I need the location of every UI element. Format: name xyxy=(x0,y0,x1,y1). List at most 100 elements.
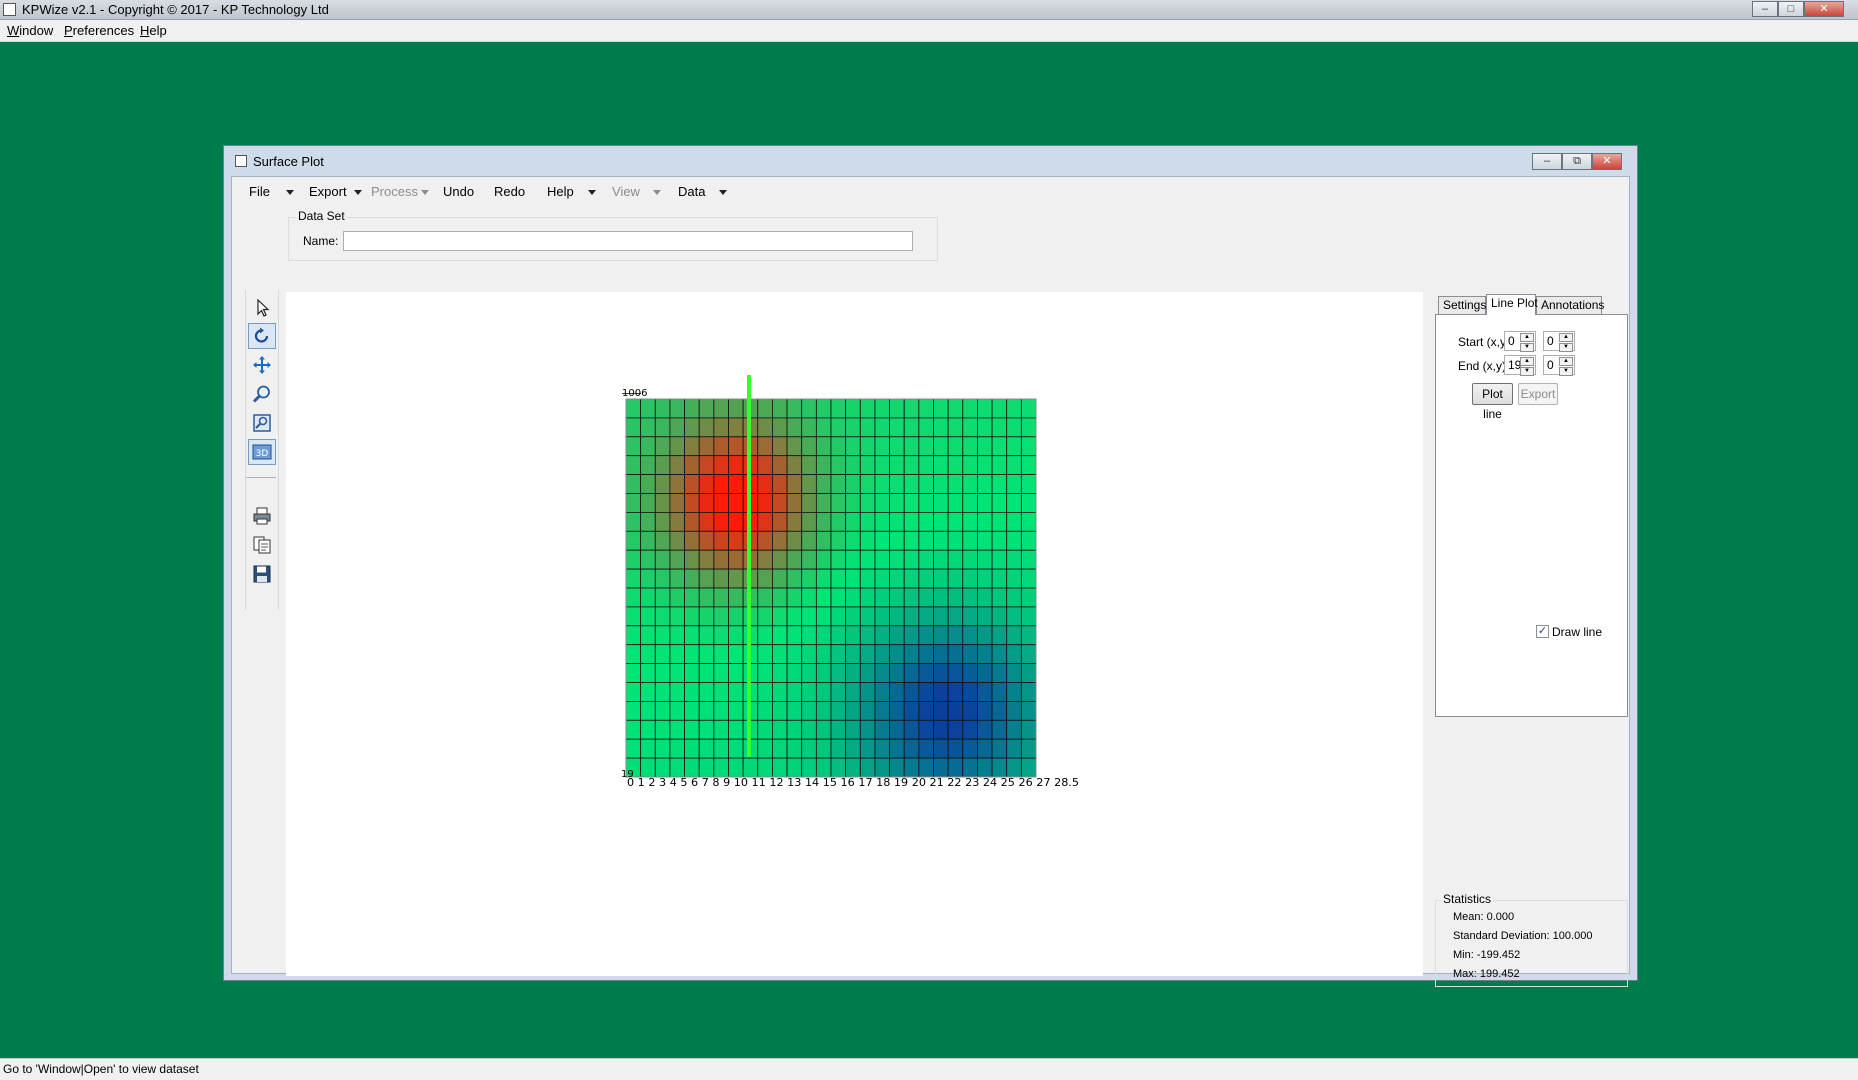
file-caret-icon[interactable] xyxy=(286,190,294,195)
window-close-icon[interactable]: ✕ xyxy=(1592,153,1622,170)
copy-icon[interactable] xyxy=(248,532,276,558)
pan-icon[interactable] xyxy=(248,352,276,378)
surface-cell xyxy=(801,606,817,627)
surface-cell xyxy=(713,625,729,646)
spin-down-icon[interactable]: ▼ xyxy=(1520,367,1534,376)
surface-cell xyxy=(874,587,890,608)
export-line-button[interactable]: Export xyxy=(1518,383,1558,405)
surface-cell xyxy=(830,549,847,570)
process-caret-icon[interactable] xyxy=(421,190,429,195)
spin-up-icon[interactable]: ▲ xyxy=(1520,333,1534,342)
end-y-spinner[interactable]: 0 ▲ ▼ xyxy=(1543,355,1575,376)
close-icon[interactable]: ✕ xyxy=(1804,1,1844,17)
surface-cell xyxy=(889,663,905,683)
menu-data[interactable]: Data xyxy=(678,184,705,199)
plot-area[interactable]: 1̶0̶0̶6 19 0 1 2 3 4 5 6 7 8 9 10 11 12 … xyxy=(286,292,1423,976)
surface-cell xyxy=(1006,738,1022,759)
surface-cell xyxy=(889,644,905,665)
surface-cell xyxy=(801,493,817,513)
export-caret-icon[interactable] xyxy=(354,190,362,195)
spin-up-icon[interactable]: ▲ xyxy=(1559,333,1573,342)
start-x-spinner[interactable]: 0 ▲ ▼ xyxy=(1504,331,1536,352)
surface-cell xyxy=(830,530,847,551)
menu-redo[interactable]: Redo xyxy=(494,184,525,199)
surface-cell xyxy=(903,587,920,608)
pointer-icon[interactable] xyxy=(248,295,276,321)
minimize-icon[interactable]: – xyxy=(1752,1,1778,17)
zoom-box-icon[interactable] xyxy=(248,410,276,436)
surface-cell xyxy=(698,606,715,627)
maximize-icon[interactable]: □ xyxy=(1778,1,1804,17)
surface-plot[interactable]: 1̶0̶0̶6 19 0 1 2 3 4 5 6 7 8 9 10 11 12 … xyxy=(286,292,1423,976)
spin-up-icon[interactable]: ▲ xyxy=(1559,357,1573,366)
surface-cell xyxy=(977,474,993,494)
surface-cell xyxy=(772,587,788,608)
surface-cell xyxy=(1006,568,1022,589)
end-x-spinner[interactable]: 19 ▲ ▼ xyxy=(1504,355,1536,376)
menu-undo[interactable]: Undo xyxy=(443,184,474,199)
surface-cell xyxy=(991,455,1008,475)
surface-cell xyxy=(962,511,978,532)
surface-cell xyxy=(977,549,993,570)
spin-down-icon[interactable]: ▼ xyxy=(1520,343,1534,352)
surface-cell xyxy=(918,606,934,627)
data-caret-icon[interactable] xyxy=(719,190,727,195)
menu-window[interactable]: Window xyxy=(7,23,53,38)
zoom-icon[interactable] xyxy=(248,381,276,407)
stat-std: Standard Deviation: 100.000 xyxy=(1453,930,1593,942)
menu-process[interactable]: Process xyxy=(371,184,418,199)
menu-help[interactable]: Help xyxy=(140,23,167,38)
surface-cell xyxy=(830,568,847,589)
surface-cell xyxy=(903,719,920,740)
surface-cell xyxy=(654,757,671,778)
menu-preferences[interactable]: Preferences xyxy=(64,23,134,38)
surface-cell xyxy=(889,719,905,740)
axis-label-garbled-top: 1̶0̶0̶6 xyxy=(621,388,647,399)
surface-cell xyxy=(786,549,803,570)
surface-cell xyxy=(698,474,715,494)
surface-cell xyxy=(640,625,656,646)
surface-cell xyxy=(684,511,700,532)
surface-cell xyxy=(1020,568,1037,589)
surface-cell xyxy=(859,606,876,627)
surface-cell xyxy=(874,757,890,778)
tab-settings[interactable]: Settings xyxy=(1438,296,1486,314)
surface-cell xyxy=(1006,644,1022,665)
surface-cell xyxy=(640,398,656,419)
menu-help-inner[interactable]: Help xyxy=(547,184,574,199)
surface-cell xyxy=(1020,455,1037,475)
surface-cell xyxy=(815,455,832,475)
surface-cell xyxy=(625,417,642,438)
line-plot-marker[interactable] xyxy=(747,375,751,757)
menu-export[interactable]: Export xyxy=(309,184,347,199)
surface-cell xyxy=(830,738,847,759)
surface-cell xyxy=(962,417,978,438)
surface-cell xyxy=(698,493,715,513)
start-y-spinner[interactable]: 0 ▲ ▼ xyxy=(1543,331,1575,352)
rotate-icon[interactable] xyxy=(248,323,276,349)
save-icon[interactable] xyxy=(248,561,276,587)
surface-cell xyxy=(801,700,817,721)
surface-cell xyxy=(757,549,773,570)
tab-annotations[interactable]: Annotations xyxy=(1536,296,1604,314)
window-restore-icon[interactable]: ⧉ xyxy=(1562,153,1592,170)
view-caret-icon[interactable] xyxy=(653,190,661,195)
surface-cell xyxy=(815,682,832,702)
3d-view-icon[interactable]: 3D xyxy=(248,439,276,465)
plot-line-button[interactable]: Plot line xyxy=(1472,383,1513,421)
surface-cell xyxy=(786,719,803,740)
draw-line-checkbox[interactable]: ✓ xyxy=(1536,625,1549,638)
surface-plot-window: Surface Plot – ⧉ ✕ File Export Process U… xyxy=(223,145,1638,987)
surface-cell xyxy=(977,511,993,532)
tab-line-plot[interactable]: Line Plot xyxy=(1486,294,1538,315)
print-icon[interactable] xyxy=(248,503,276,529)
menu-view[interactable]: View xyxy=(612,184,640,199)
surface-cell xyxy=(757,757,773,778)
window-minimize-icon[interactable]: – xyxy=(1532,153,1562,170)
spin-down-icon[interactable]: ▼ xyxy=(1559,367,1573,376)
spin-down-icon[interactable]: ▼ xyxy=(1559,343,1573,352)
help-caret-icon[interactable] xyxy=(588,190,596,195)
menu-file[interactable]: File xyxy=(249,184,270,199)
spin-up-icon[interactable]: ▲ xyxy=(1520,357,1534,366)
dataset-name-input[interactable] xyxy=(343,231,913,251)
